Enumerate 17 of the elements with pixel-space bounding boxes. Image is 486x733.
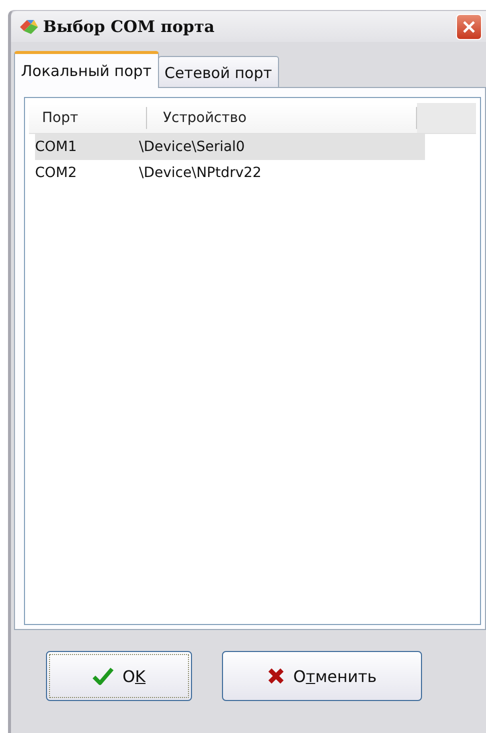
table-cell-text: COM2 [35,165,78,181]
table-row[interactable]: COM1 \Device\Serial0 [35,134,425,160]
column-header[interactable]: Порт [29,107,147,129]
table-cell: \Device\NPtdrv22 [139,165,262,181]
app-icon [19,18,39,36]
close-button[interactable] [456,14,482,40]
table-cell-text: COM1 [35,139,78,155]
tab[interactable]: Сетевой порт [158,56,279,88]
window-title: Выбор COM порта [43,17,216,36]
table-row[interactable]: COM2 \Device\NPtdrv22 [35,160,425,186]
tab[interactable]: Локальный порт [14,51,159,88]
cross-icon [267,667,286,685]
table-cell: \Device\Serial0 [139,139,245,155]
close-icon [462,20,476,34]
checkmark-icon [92,666,114,686]
cancel-button[interactable]: Отменить [222,651,422,701]
ok-button[interactable]: OK [46,651,192,701]
